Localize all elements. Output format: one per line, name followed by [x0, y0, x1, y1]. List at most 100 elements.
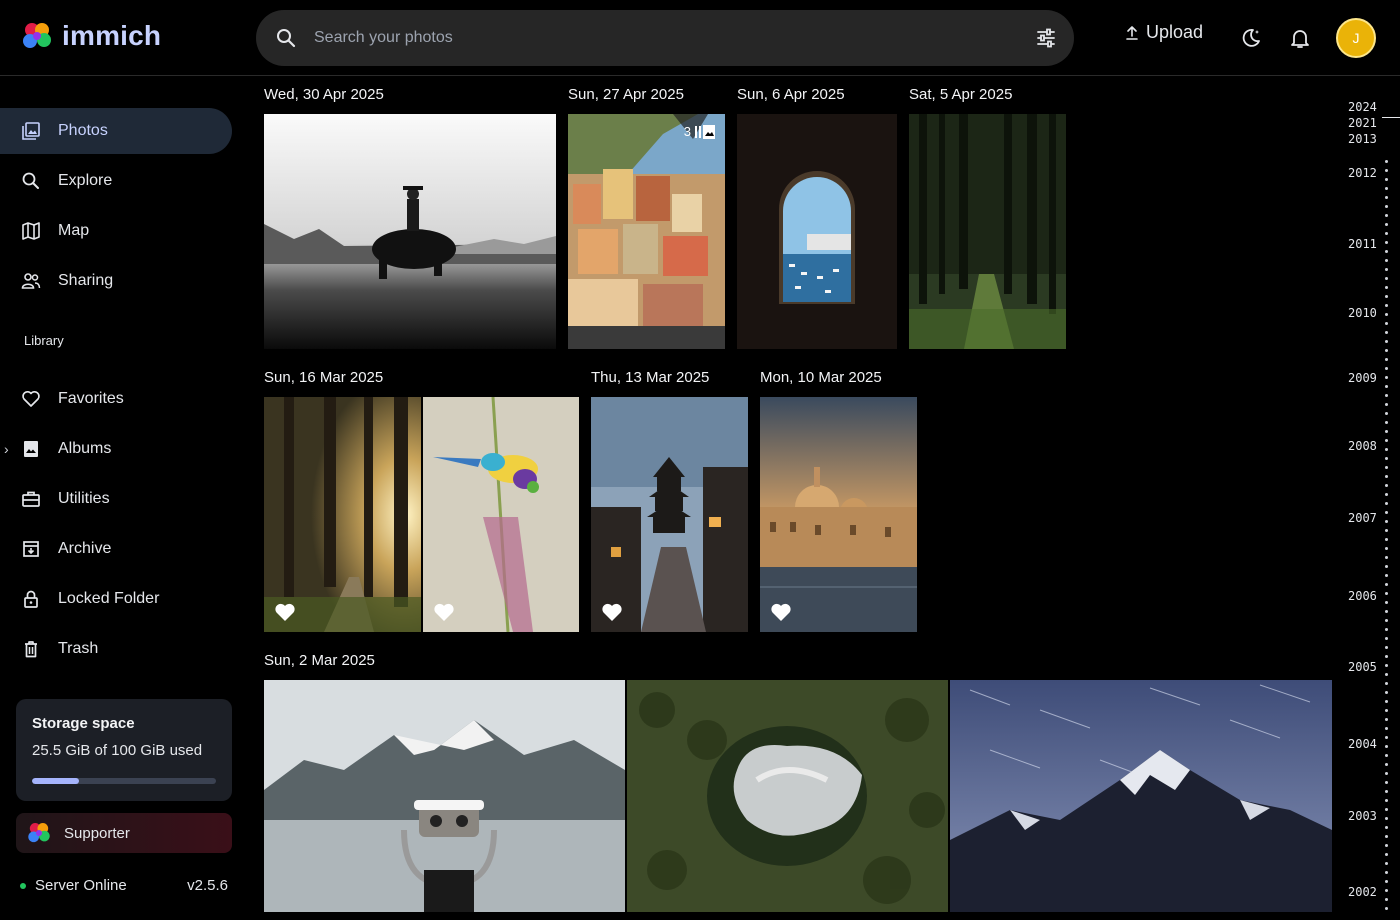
scrubber-year[interactable]: 2005 [1348, 660, 1377, 674]
immich-logo-icon [28, 823, 50, 843]
sidebar-item-photos[interactable]: Photos [0, 108, 232, 154]
sidebar-item-label: Photos [58, 122, 108, 139]
date-group-title[interactable]: Sun, 27 Apr 2025 [568, 86, 684, 103]
sidebar-item-label: Utilities [58, 490, 110, 507]
photo-thumbnail[interactable] [737, 114, 897, 349]
sidebar-item-albums[interactable]: › Albums [0, 426, 232, 472]
scrubber-tick [1385, 448, 1388, 451]
scrubber-year[interactable]: 2007 [1348, 511, 1377, 525]
sidebar-item-locked-folder[interactable]: Locked Folder [0, 576, 232, 622]
library-section-label: Library [24, 333, 64, 348]
sidebar-item-label: Trash [58, 640, 99, 657]
scrubber-tick [1385, 214, 1388, 217]
scrubber-tick [1385, 664, 1388, 667]
scrubber-tick [1385, 421, 1388, 424]
top-bar: immich Upload J [0, 0, 1400, 76]
scrubber-year[interactable]: 2003 [1348, 809, 1377, 823]
scrubber-tick [1385, 412, 1388, 415]
favorite-heart-icon[interactable] [274, 602, 296, 622]
scrubber-year[interactable]: 2008 [1348, 439, 1377, 453]
sidebar-item-label: Explore [58, 172, 113, 189]
photo-thumbnail[interactable] [627, 680, 948, 912]
scrubber-tick [1385, 772, 1388, 775]
scrubber-tick [1385, 295, 1388, 298]
server-version: v2.5.6 [187, 877, 228, 894]
date-group-title[interactable]: Sun, 6 Apr 2025 [737, 86, 845, 103]
lock-icon [20, 588, 42, 610]
scrubber-year[interactable]: 2012 [1348, 166, 1377, 180]
search-icon[interactable] [274, 26, 298, 50]
app-name: immich [62, 20, 162, 51]
scrubber-tick [1385, 727, 1388, 730]
scrubber-tick [1385, 520, 1388, 523]
scrubber-tick [1385, 340, 1388, 343]
photo-thumbnail[interactable] [264, 680, 625, 912]
photo-thumbnail[interactable] [264, 397, 421, 632]
scrubber-position-indicator[interactable] [1382, 117, 1400, 118]
supporter-badge[interactable]: Supporter [16, 813, 232, 853]
scrubber-year[interactable]: 2002 [1348, 885, 1377, 899]
photos-icon [20, 120, 42, 142]
date-group-title[interactable]: Sun, 16 Mar 2025 [264, 369, 383, 386]
photo-thumbnail[interactable] [909, 114, 1066, 349]
scrubber-year[interactable]: 2010 [1348, 306, 1377, 320]
photo-thumbnail[interactable]: 3 [568, 114, 725, 349]
search-filter-icon[interactable] [1034, 26, 1058, 50]
stack-count: 3 [683, 124, 691, 139]
theme-toggle-icon[interactable] [1239, 26, 1263, 50]
scrubber-tick [1385, 592, 1388, 595]
upload-label: Upload [1146, 22, 1204, 42]
sidebar-item-label: Favorites [58, 390, 124, 407]
sidebar-item-map[interactable]: Map [0, 208, 232, 254]
search-input[interactable] [314, 24, 994, 52]
photo-thumbnail[interactable] [760, 397, 917, 632]
favorite-heart-icon[interactable] [770, 602, 792, 622]
scrubber-year[interactable]: 2004 [1348, 737, 1377, 751]
sidebar-item-favorites[interactable]: Favorites [0, 376, 232, 422]
sidebar-item-utilities[interactable]: Utilities [0, 476, 232, 522]
search-icon [20, 170, 42, 192]
scrubber-tick [1385, 367, 1388, 370]
photo-thumbnail[interactable] [591, 397, 748, 632]
timeline-scrubber[interactable]: 2024 2021 2013 2012 2011 2010 2009 2008 … [1332, 76, 1400, 920]
map-icon [20, 220, 42, 242]
scrubber-year[interactable]: 2011 [1348, 237, 1377, 251]
scrubber-tick [1385, 304, 1388, 307]
scrubber-year[interactable]: 2024 [1348, 100, 1377, 114]
sidebar-item-trash[interactable]: Trash [0, 626, 232, 672]
date-group-title[interactable]: Thu, 13 Mar 2025 [591, 369, 709, 386]
storage-card[interactable]: Storage space 25.5 GiB of 100 GiB used [16, 699, 232, 801]
upload-button[interactable]: Upload [1124, 22, 1203, 43]
photo-thumbnail[interactable] [264, 114, 556, 349]
scrubber-year[interactable]: 2009 [1348, 371, 1377, 385]
scrubber-tick [1385, 232, 1388, 235]
scrubber-tick [1385, 547, 1388, 550]
online-status-dot [20, 882, 26, 889]
favorite-heart-icon[interactable] [433, 602, 455, 622]
date-group-title[interactable]: Sun, 2 Mar 2025 [264, 652, 375, 669]
sidebar-item-archive[interactable]: Archive [0, 526, 232, 572]
scrubber-tick [1385, 484, 1388, 487]
date-group-title[interactable]: Wed, 30 Apr 2025 [264, 86, 384, 103]
scrubber-year[interactable]: 2006 [1348, 589, 1377, 603]
chevron-right-icon[interactable]: › [4, 441, 9, 457]
stack-icon [695, 124, 715, 139]
photo-thumbnail[interactable] [950, 680, 1332, 912]
sidebar-item-explore[interactable]: Explore [0, 158, 232, 204]
toolbox-icon [20, 488, 42, 510]
immich-logo[interactable]: immich [20, 19, 161, 53]
search-bar[interactable] [256, 10, 1074, 66]
notification-bell-icon[interactable] [1288, 26, 1312, 50]
photo-thumbnail[interactable] [423, 397, 579, 632]
date-group-title[interactable]: Mon, 10 Mar 2025 [760, 369, 882, 386]
scrubber-year[interactable]: 2013 [1348, 132, 1377, 146]
scrubber-tick [1385, 898, 1388, 901]
server-status[interactable]: Server Online v2.5.6 [20, 877, 228, 894]
sidebar-item-label: Sharing [58, 272, 114, 289]
favorite-heart-icon[interactable] [601, 602, 623, 622]
sidebar-item-sharing[interactable]: Sharing [0, 258, 232, 304]
scrubber-tick [1385, 556, 1388, 559]
date-group-title[interactable]: Sat, 5 Apr 2025 [909, 86, 1012, 103]
scrubber-year[interactable]: 2021 [1348, 116, 1377, 130]
user-avatar[interactable]: J [1336, 18, 1376, 58]
